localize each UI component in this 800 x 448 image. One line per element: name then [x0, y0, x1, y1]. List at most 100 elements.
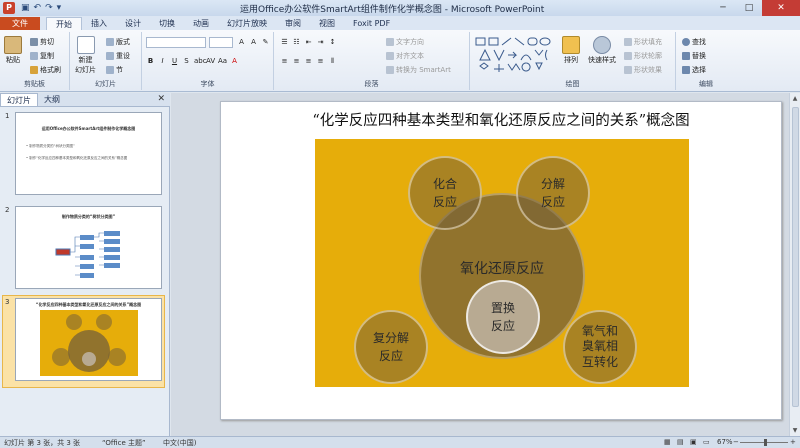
- tab-home[interactable]: 开始: [46, 17, 82, 30]
- maximize-button[interactable]: □: [736, 0, 762, 16]
- zoom-level[interactable]: 67%: [717, 438, 733, 446]
- quick-styles-button[interactable]: 快速样式: [588, 36, 616, 65]
- section-button[interactable]: 节: [106, 65, 123, 75]
- tab-review[interactable]: 审阅: [276, 17, 310, 30]
- tab-insert[interactable]: 插入: [82, 17, 116, 30]
- chevron-shape-icon[interactable]: [493, 49, 505, 62]
- right-arrow-shape-icon[interactable]: [508, 51, 518, 59]
- rounded-rect-shape-icon[interactable]: [527, 37, 538, 46]
- tab-foxit-pdf[interactable]: Foxit PDF: [344, 17, 399, 30]
- tab-slide-show[interactable]: 幻灯片放映: [218, 17, 276, 30]
- zoom-in-button[interactable]: +: [790, 438, 796, 446]
- arrange-button[interactable]: 排列: [562, 36, 580, 65]
- scroll-down-icon[interactable]: ▼: [790, 427, 800, 434]
- shadow-icon[interactable]: S: [182, 57, 191, 65]
- font-family-select[interactable]: [146, 37, 206, 48]
- bold-icon[interactable]: B: [146, 57, 155, 65]
- slide-canvas[interactable]: “化学反应四种基本类型和氧化还原反应之间的关系”概念图 氧化还原反应 化合 反应 …: [220, 101, 782, 420]
- text-direction-button[interactable]: 文字方向: [386, 37, 424, 47]
- align-left-icon[interactable]: ≡: [280, 57, 289, 66]
- columns-icon[interactable]: ⫴: [328, 57, 337, 66]
- oval-shape-icon[interactable]: [539, 37, 551, 46]
- rectangle-shape-icon[interactable]: [475, 37, 486, 46]
- zoom-out-button[interactable]: −: [733, 438, 739, 446]
- cross-shape-icon[interactable]: [494, 64, 504, 72]
- cut-button[interactable]: 剪切: [30, 37, 54, 47]
- layout-button[interactable]: 版式: [106, 37, 130, 47]
- change-case-icon[interactable]: Aa: [218, 57, 227, 65]
- scroll-up-icon[interactable]: ▲: [790, 95, 800, 102]
- clear-format-icon[interactable]: ✎: [261, 38, 270, 46]
- align-center-icon[interactable]: ≡: [292, 57, 301, 66]
- zoom-slider-handle[interactable]: [764, 439, 767, 446]
- redo-icon[interactable]: ↷: [45, 3, 53, 13]
- reading-view-icon[interactable]: ▣: [690, 438, 697, 446]
- decrease-indent-icon[interactable]: ⇤: [304, 38, 313, 46]
- slide-thumbnail-1[interactable]: 运用Office办公软件SmartArt组件制作化学概念图 • 制作物质分类的“…: [15, 112, 162, 195]
- line-shape-icon[interactable]: [501, 37, 512, 46]
- vertical-scrollbar[interactable]: ▲ ▼: [789, 93, 800, 436]
- increase-indent-icon[interactable]: ⇥: [316, 38, 325, 46]
- italic-icon[interactable]: I: [158, 57, 167, 65]
- zigzag-shape-icon[interactable]: [507, 63, 521, 71]
- select-button[interactable]: 选择: [682, 65, 706, 75]
- font-color-icon[interactable]: A: [230, 57, 239, 65]
- shape-fill-button[interactable]: 形状填充: [624, 37, 662, 47]
- save-icon[interactable]: ▣: [21, 3, 30, 13]
- font-size-select[interactable]: [209, 37, 233, 48]
- down-chevron-shape-icon[interactable]: [534, 49, 544, 56]
- new-slide-button[interactable]: 新建 幻灯片: [75, 36, 96, 75]
- line-spacing-icon[interactable]: ↕: [328, 38, 337, 46]
- oxygen-ozone-conversion-circle[interactable]: 氧气和 臭氧相 互转化: [563, 310, 637, 384]
- shape-outline-button[interactable]: 形状轮廓: [624, 51, 662, 61]
- triangle-shape-icon[interactable]: [479, 48, 491, 61]
- numbering-icon[interactable]: ☷: [292, 38, 301, 46]
- diamond-shape-icon[interactable]: [479, 62, 489, 70]
- find-button[interactable]: 查找: [682, 37, 706, 47]
- bullets-icon[interactable]: ☰: [280, 38, 289, 46]
- shapes-gallery[interactable]: [474, 36, 556, 72]
- spacing-icon[interactable]: AV: [206, 57, 215, 65]
- circle-shape-icon[interactable]: [521, 62, 531, 72]
- paste-button[interactable]: 粘贴: [4, 36, 22, 65]
- replace-button[interactable]: 替换: [682, 51, 706, 61]
- close-pane-icon[interactable]: ✕: [157, 94, 165, 104]
- align-right-icon[interactable]: ≡: [304, 57, 313, 66]
- brace-shape-icon[interactable]: [545, 49, 548, 61]
- align-text-button[interactable]: 对齐文本: [386, 51, 424, 61]
- decomposition-reaction-circle[interactable]: 分解 反应: [516, 156, 590, 230]
- slide-sorter-icon[interactable]: ▤: [677, 438, 684, 446]
- undo-icon[interactable]: ↶: [34, 3, 42, 13]
- tab-view[interactable]: 视图: [310, 17, 344, 30]
- close-button[interactable]: ✕: [762, 0, 800, 16]
- double-decomposition-circle[interactable]: 复分解 反应: [354, 310, 428, 384]
- reset-button[interactable]: 重设: [106, 51, 130, 61]
- displacement-reaction-circle[interactable]: 置换 反应: [466, 280, 540, 354]
- textbox-shape-icon[interactable]: [488, 37, 499, 46]
- copy-button[interactable]: 复制: [30, 51, 54, 61]
- flowchart-shape-icon[interactable]: [535, 62, 543, 71]
- customize-toolbar-icon[interactable]: ▾: [57, 3, 62, 13]
- grow-font-icon[interactable]: A: [237, 38, 246, 46]
- tab-design[interactable]: 设计: [116, 17, 150, 30]
- arc-shape-icon[interactable]: [520, 54, 532, 61]
- tab-transitions[interactable]: 切换: [150, 17, 184, 30]
- justify-icon[interactable]: ≡: [316, 57, 325, 66]
- tab-file[interactable]: 文件: [0, 17, 40, 30]
- slide-show-icon[interactable]: ▭: [703, 438, 710, 446]
- tab-outline[interactable]: 大纲: [38, 93, 66, 106]
- convert-smartart-button[interactable]: 转换为 SmartArt: [386, 65, 451, 75]
- scroll-thumb[interactable]: [792, 107, 799, 407]
- format-painter-button[interactable]: 格式刷: [30, 65, 61, 75]
- underline-icon[interactable]: U: [170, 57, 179, 65]
- theme-status[interactable]: “Office 主题”: [102, 438, 146, 448]
- normal-view-icon[interactable]: ▦: [664, 438, 671, 446]
- strikethrough-icon[interactable]: abc: [194, 57, 207, 65]
- minimize-button[interactable]: ─: [710, 0, 736, 16]
- language-status[interactable]: 中文(中国): [163, 438, 196, 448]
- shrink-font-icon[interactable]: A: [249, 38, 258, 46]
- tab-animations[interactable]: 动画: [184, 17, 218, 30]
- tab-slides[interactable]: 幻灯片: [0, 93, 38, 106]
- slide-title[interactable]: “化学反应四种基本类型和氧化还原反应之间的关系”概念图: [221, 109, 781, 130]
- slide-thumbnail-2[interactable]: 制作物质分类的“树状分类图”: [15, 206, 162, 289]
